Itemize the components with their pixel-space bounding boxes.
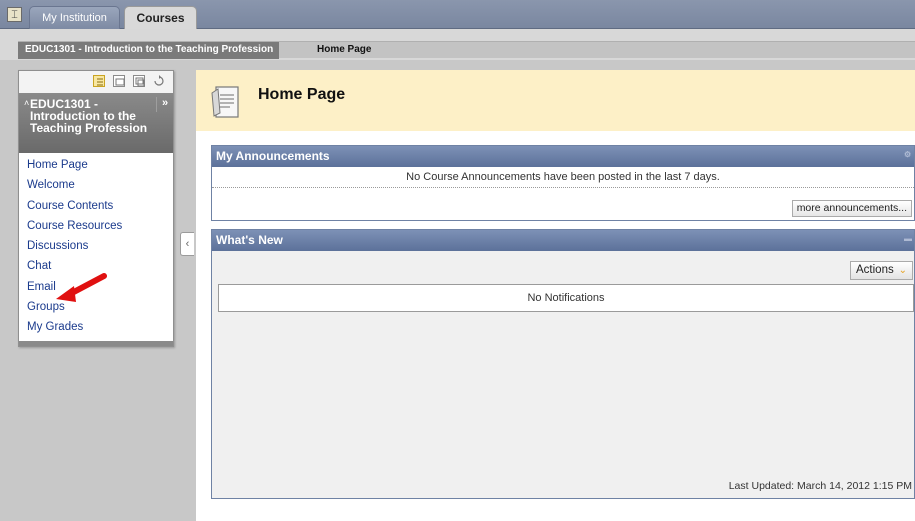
module-gear-icon[interactable]: ⚙ [904, 151, 912, 159]
whats-new-module: What's New ▬ Actions ⌄ No Notifications … [211, 229, 915, 499]
whats-new-header: What's New ▬ [212, 230, 914, 251]
list-view-icon[interactable] [93, 75, 105, 87]
course-menu-toolbar [19, 71, 173, 93]
course-menu-item-discussions[interactable]: Discussions [19, 236, 173, 256]
breadcrumb-strip: EDUC1301 - Introduction to the Teaching … [0, 29, 915, 60]
announcements-header: My Announcements ⚙ [212, 146, 914, 167]
page-title: Home Page [258, 86, 346, 103]
red-arrow-icon [56, 273, 107, 302]
breadcrumb-current-page: Home Page [317, 44, 372, 55]
announcements-title: My Announcements [216, 149, 330, 163]
collapse-menu-handle[interactable]: ‹ [180, 232, 194, 256]
breadcrumb: EDUC1301 - Introduction to the Teaching … [18, 41, 915, 59]
collapse-caret-icon[interactable]: ˄ [24, 98, 29, 108]
folder-view-icon[interactable] [113, 75, 125, 87]
document-icon [211, 86, 239, 118]
actions-label: Actions [856, 264, 894, 276]
module-window-icon[interactable]: ▬ [904, 235, 912, 243]
institution-icon[interactable]: ⌶ [7, 7, 22, 22]
course-menu-item-my-grades[interactable]: My Grades [19, 317, 173, 337]
notifications-box: No Notifications [218, 284, 914, 312]
course-menu-item-course-contents[interactable]: Course Contents [19, 196, 173, 216]
course-menu-title: EDUC1301 - Introduction to the Teaching … [30, 97, 148, 135]
chevron-down-icon: ⌄ [898, 265, 907, 276]
tab-courses[interactable]: Courses [124, 6, 197, 29]
course-menu-item-course-resources[interactable]: Course Resources [19, 216, 173, 236]
breadcrumb-course-link[interactable]: EDUC1301 - Introduction to the Teaching … [18, 42, 280, 59]
course-menu-items: Home Page Welcome Course Contents Course… [19, 155, 173, 338]
announcements-message: No Course Announcements have been posted… [212, 167, 914, 188]
whats-new-title: What's New [216, 233, 283, 247]
window-icon[interactable] [133, 75, 145, 87]
expand-course-menu-button[interactable]: » [156, 97, 173, 112]
more-announcements-button[interactable]: more announcements... [791, 200, 912, 217]
tab-my-institution[interactable]: My Institution [29, 6, 120, 29]
course-menu-item-welcome[interactable]: Welcome [19, 175, 173, 195]
course-menu-item-home-page[interactable]: Home Page [19, 155, 173, 175]
announcements-module: My Announcements ⚙ No Course Announcemen… [211, 145, 915, 221]
last-updated-text: Last Updated: March 14, 2012 1:15 PM [728, 480, 912, 492]
refresh-icon[interactable] [153, 75, 165, 87]
page-header: Home Page [196, 70, 915, 131]
actions-button[interactable]: Actions ⌄ [850, 261, 913, 280]
course-menu-footer [19, 341, 173, 346]
top-navigation-bar: ⌶ My Institution Courses [0, 0, 915, 29]
whats-new-body: Actions ⌄ No Notifications Last Updated:… [212, 251, 914, 498]
course-menu-header[interactable]: ˄ EDUC1301 - Introduction to the Teachin… [19, 93, 173, 153]
main-content: Home Page My Announcements ⚙ No Course A… [196, 70, 915, 521]
